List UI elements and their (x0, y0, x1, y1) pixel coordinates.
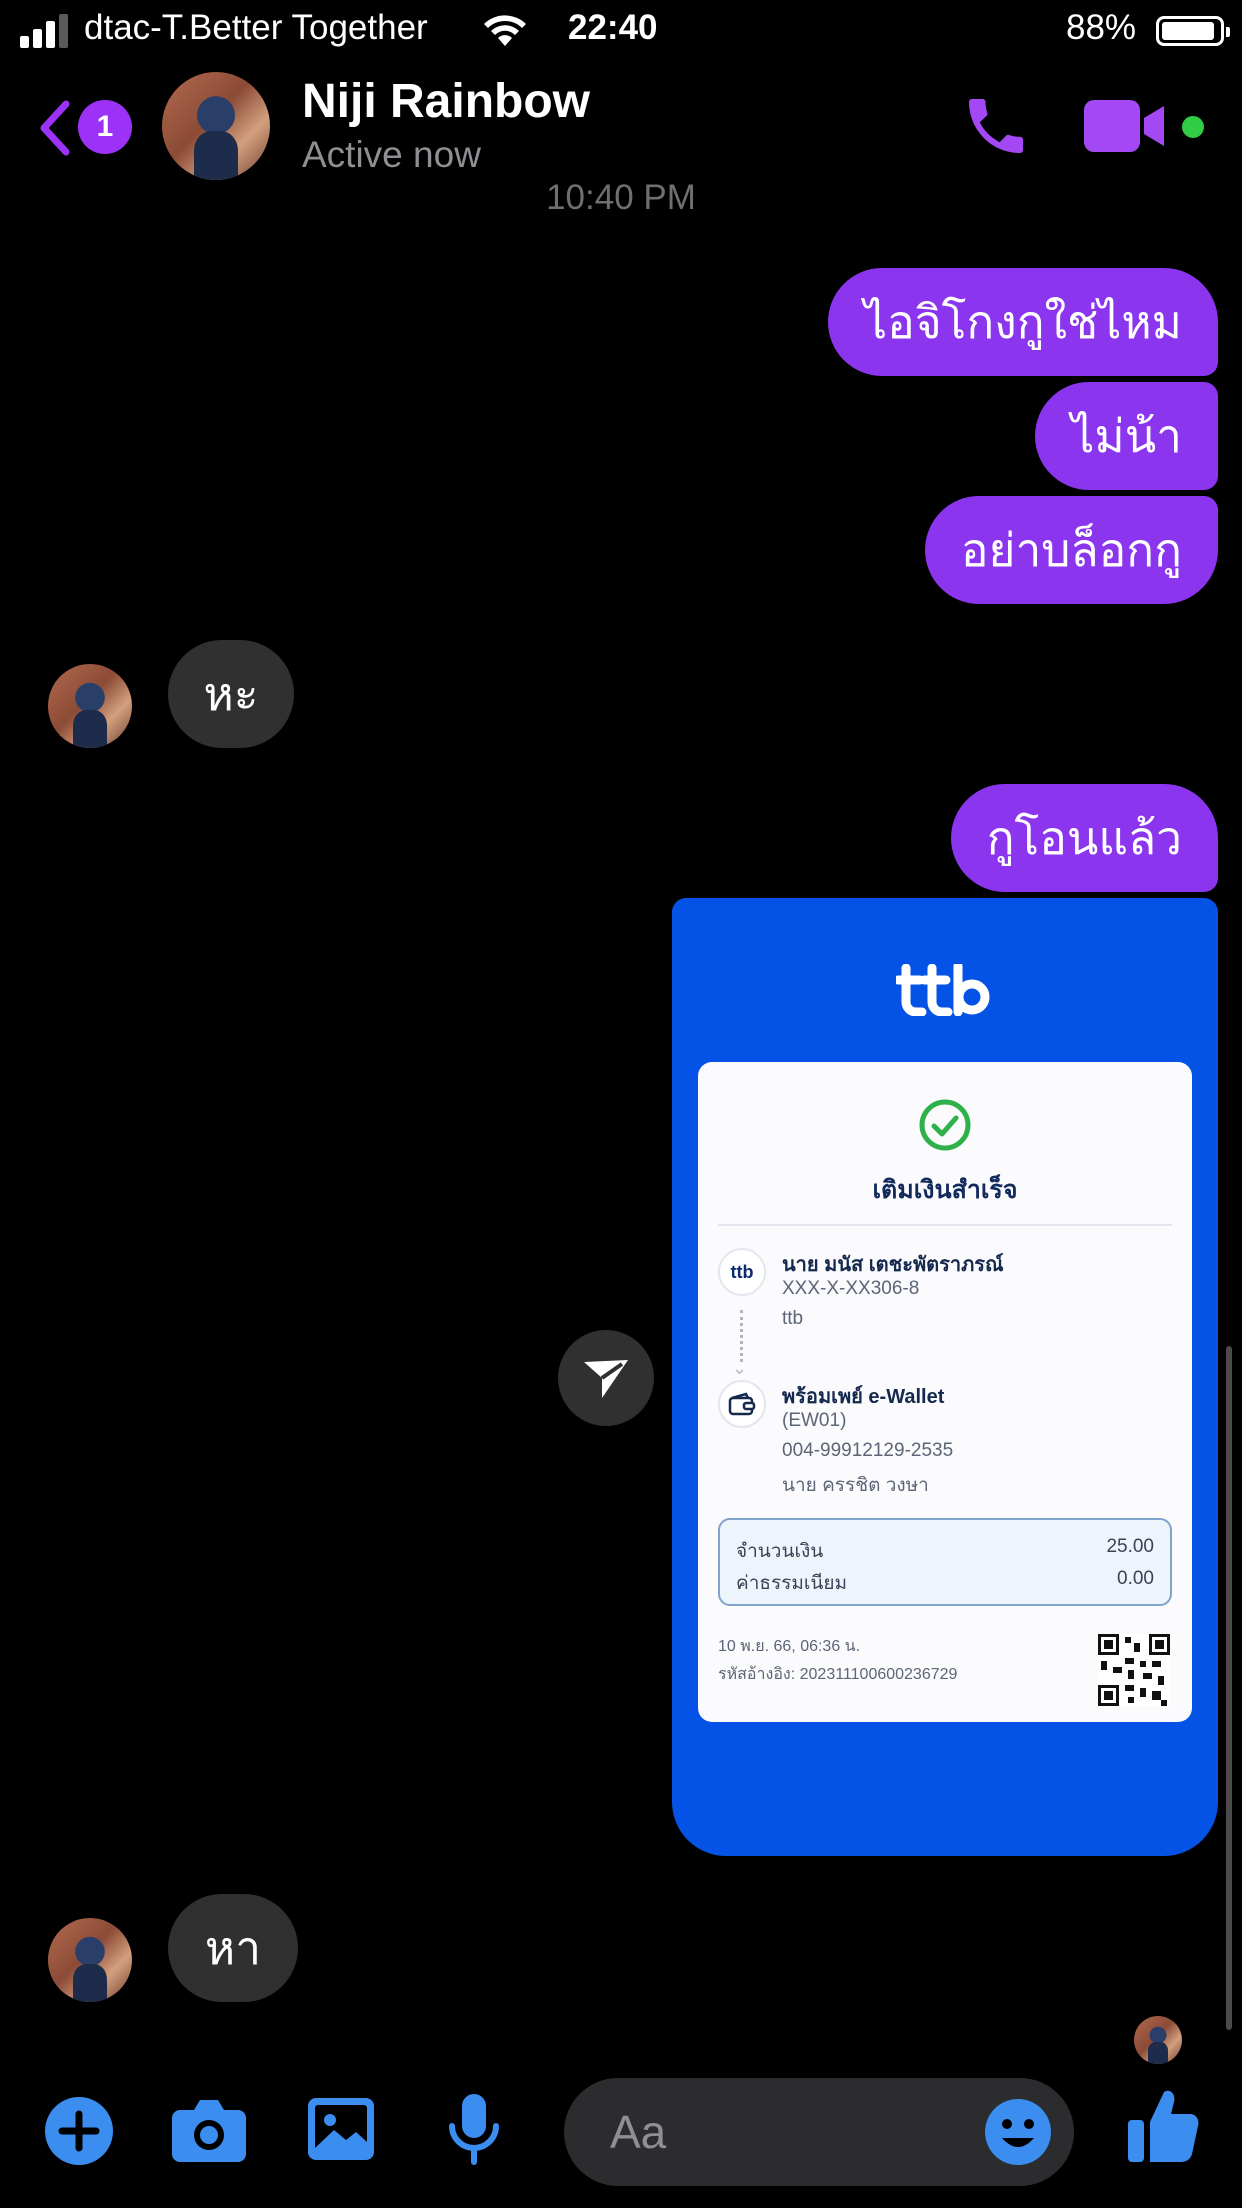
receiver-name: นาย ครรชิต วงษา (782, 1475, 929, 1496)
conversation-header: 1 Niji Rainbow Active now (0, 62, 1242, 192)
outgoing-message[interactable]: ไอจิโกงกูใช่ไหม (827, 268, 1218, 376)
contact-message-avatar[interactable] (48, 664, 132, 748)
forward-button[interactable] (558, 1330, 654, 1426)
phone-call-icon[interactable] (960, 90, 1032, 162)
contact-name[interactable]: Niji Rainbow (302, 74, 590, 129)
battery-icon (1156, 16, 1230, 46)
contact-message-avatar[interactable] (48, 1918, 132, 2002)
like-thumbs-up-icon[interactable] (1126, 2086, 1200, 2164)
back-chevron-icon[interactable] (36, 100, 72, 156)
transfer-flow-line (740, 1310, 744, 1362)
battery-percentage: 88% (1066, 8, 1137, 47)
message-input-container[interactable] (564, 2078, 1074, 2186)
unread-count-badge[interactable]: 1 (78, 100, 132, 154)
incoming-message[interactable]: หะ (168, 640, 294, 748)
message-timestamp: 10:40 PM (546, 178, 696, 217)
success-check-icon (919, 1099, 971, 1151)
clock: 22:40 (568, 8, 658, 47)
sender-account: XXX-X-XX306-8 (782, 1278, 920, 1299)
receiver-service: พร้อมเพย์ e-Wallet (782, 1386, 945, 1408)
plus-icon[interactable] (44, 2096, 114, 2166)
sender-bank-logo: ttb (718, 1248, 766, 1296)
amount-value: 25.00 (1106, 1536, 1154, 1557)
camera-icon[interactable] (172, 2098, 246, 2162)
incoming-message[interactable]: หา (168, 1894, 298, 2002)
wallet-icon (718, 1380, 766, 1428)
receipt-title: เติมเงินสำเร็จ (872, 1176, 1018, 1204)
message-input[interactable] (610, 2102, 970, 2162)
fee-label: ค่าธรรมเนียม (736, 1573, 848, 1594)
cellular-signal-icon (20, 14, 68, 48)
receiver-account: 004-99912129-2535 (782, 1440, 954, 1461)
receipt-card: เติมเงินสำเร็จ ttb นาย มนัส เตชะพัตราภรณ… (698, 1062, 1192, 1722)
photo-gallery-icon[interactable] (306, 2096, 376, 2162)
microphone-icon[interactable] (446, 2092, 502, 2168)
online-status-dot (1178, 112, 1208, 142)
scrollbar[interactable] (1226, 1346, 1232, 2030)
transfer-receipt-image[interactable]: เติมเงินสำเร็จ ttb นาย มนัส เตชะพัตราภรณ… (672, 898, 1218, 1856)
sender-bank: ttb (782, 1308, 804, 1329)
amount-row: จำนวนเงิน 25.00 (736, 1536, 1154, 1566)
receiver-code: (EW01) (782, 1410, 847, 1431)
ttb-bank-logo (896, 964, 990, 1016)
transaction-date: 10 พ.ย. 66, 06:36 น. (718, 1638, 861, 1655)
wifi-icon (484, 15, 526, 46)
fee-row: ค่าธรรมเนียม 0.00 (736, 1568, 1154, 1598)
divider (718, 1224, 1172, 1226)
status-bar: dtac-T.Better Together 22:40 88% (0, 0, 1242, 62)
sender-name: นาย มนัส เตชะพัตราภรณ์ (782, 1254, 1004, 1276)
transaction-reference: รหัสอ้างอิง: 202311100600236729 (718, 1666, 958, 1683)
chevron-down-icon: ⌄ (732, 1358, 748, 1378)
amount-label: จำนวนเงิน (736, 1541, 824, 1562)
seen-receipt-avatar (1134, 2016, 1182, 2064)
message-composer (0, 2060, 1242, 2208)
fee-value: 0.00 (1117, 1568, 1154, 1589)
amount-summary: จำนวนเงิน 25.00 ค่าธรรมเนียม 0.00 (718, 1518, 1172, 1606)
outgoing-message[interactable]: กูโอนแล้ว (950, 784, 1218, 892)
qr-code-icon (1098, 1634, 1170, 1706)
contact-active-status: Active now (302, 134, 481, 175)
outgoing-message[interactable]: ไม่น้า (1035, 382, 1218, 490)
video-call-icon[interactable] (1084, 98, 1168, 154)
emoji-icon[interactable] (984, 2098, 1052, 2166)
outgoing-message[interactable]: อย่าบล็อกกู (924, 496, 1218, 604)
share-icon (584, 1360, 628, 1398)
contact-avatar[interactable] (162, 72, 270, 180)
carrier-name: dtac-T.Better Together (84, 8, 428, 47)
